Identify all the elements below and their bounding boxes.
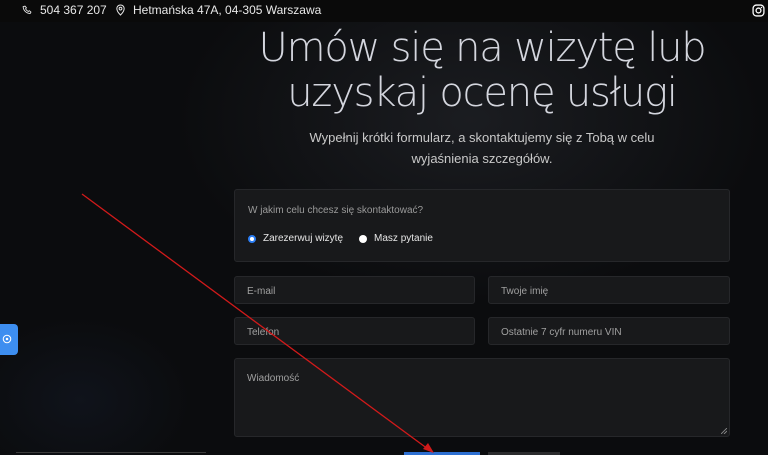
purpose-question: W jakim celu chcesz się skontaktować? [248,205,424,216]
name-field[interactable]: Twoje imię [488,276,730,304]
vin-placeholder: Ostatnie 7 cyfr numeru VIN [501,327,622,338]
contact-purpose-panel: W jakim celu chcesz się skontaktować? Za… [234,189,730,262]
bottom-divider [16,452,206,453]
radio-question[interactable]: Masz pytanie [359,233,433,244]
phone-field[interactable]: Telefon [234,317,475,345]
email-placeholder: E-mail [247,286,276,297]
radio-checked-icon[interactable] [248,234,256,243]
address-text: Hetmańska 47A, 04-305 Warszawa [133,3,322,17]
phone-placeholder: Telefon [247,327,280,338]
subtitle-line-1: Wypełnij krótki formularz, a skontaktuje… [309,130,655,145]
subtitle-line-2: wyjaśnienia szczegółów. [411,151,553,166]
title-line-1: Umów się na wizytę lub [258,25,707,71]
instagram-link[interactable] [752,4,765,17]
message-textarea[interactable]: Wiadomość [234,358,730,437]
page-subtitle: Wypełnij krótki formularz, a skontaktuje… [234,127,730,169]
vin-field[interactable]: Ostatnie 7 cyfr numeru VIN [488,317,730,345]
contact-address[interactable]: Hetmańska 47A, 04-305 Warszawa [115,3,321,17]
page-title: Umów się na wizytę lub uzyskaj ocenę usł… [234,26,730,116]
resize-handle-icon[interactable] [721,428,727,434]
phone-icon [22,5,33,16]
radio-label: Zarezerwuj wizytę [263,233,344,244]
contact-phone[interactable]: 504 367 207 [22,3,107,17]
location-pin-icon [115,4,126,16]
purpose-options: Zarezerwuj wizytę Masz pytanie [248,233,449,244]
title-line-2: uzyskaj ocenę usługi [287,70,678,116]
instagram-icon [752,4,765,17]
radio-label: Masz pytanie [374,233,433,244]
radio-book-visit[interactable]: Zarezerwuj wizytę [248,233,343,244]
accessibility-button[interactable] [0,324,18,355]
email-field[interactable]: E-mail [234,276,475,304]
phone-number: 504 367 207 [40,3,107,17]
top-bar: 504 367 207 Hetmańska 47A, 04-305 Warsza… [0,0,768,22]
name-placeholder: Twoje imię [501,286,549,297]
radio-unchecked-icon[interactable] [359,234,368,243]
message-placeholder: Wiadomość [247,373,300,384]
accessibility-icon [2,331,12,349]
